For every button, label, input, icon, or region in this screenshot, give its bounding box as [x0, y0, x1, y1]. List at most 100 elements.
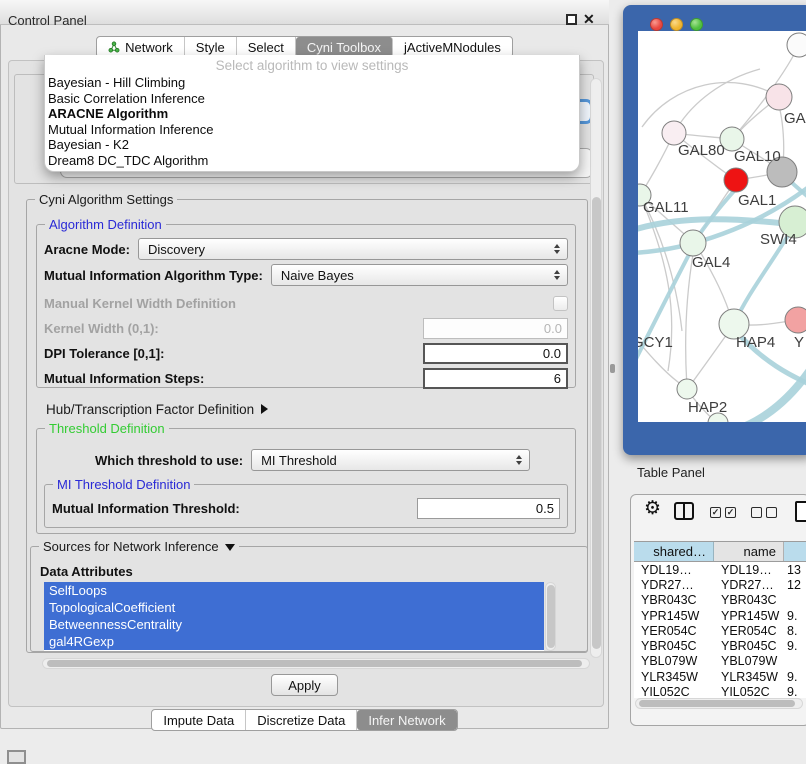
network-edge-thick[interactable]	[726, 361, 806, 422]
close-icon[interactable]: ✕	[583, 11, 595, 28]
table-header: shared…name	[634, 541, 806, 562]
table-row[interactable]: YIL052CYIL052C9.	[634, 684, 806, 698]
settings-horizontal-scrollbar-thumb[interactable]	[47, 660, 582, 667]
network-node[interactable]	[787, 33, 806, 57]
manual-kernel-checkbox[interactable]	[553, 296, 568, 311]
data-attributes-list[interactable]: SelfLoopsTopologicalCoefficientBetweenne…	[44, 582, 544, 651]
column-header-name[interactable]: name	[714, 542, 784, 561]
threshold-definition-title: Threshold Definition	[45, 421, 169, 436]
attribute-item-selfloops[interactable]: SelfLoops	[44, 582, 544, 599]
node-label: GAL10	[734, 148, 781, 165]
table-cell: YDR27…	[634, 578, 714, 592]
table-cell: YDL19…	[634, 563, 714, 577]
network-node[interactable]	[724, 168, 748, 192]
hub-definition-label: Hub/Transcription Factor Definition	[46, 402, 254, 417]
select-all-columns-icon[interactable]: ✓✓	[710, 507, 736, 518]
attribute-item-betweennesscentrality[interactable]: BetweennessCentrality	[44, 616, 544, 633]
deselect-all-columns-icon[interactable]	[751, 507, 777, 518]
tab-select[interactable]: Select	[237, 37, 296, 57]
table-horizontal-scrollbar[interactable]	[635, 698, 803, 709]
algorithm-option-mutual-information-inference[interactable]: Mutual Information Inference	[45, 122, 579, 138]
table-row[interactable]: YBL079WYBL079W	[634, 654, 806, 669]
dpi-tolerance-label: DPI Tolerance [0,1]:	[44, 346, 164, 361]
network-node[interactable]	[680, 230, 706, 256]
sources-title[interactable]: Sources for Network Inference	[39, 539, 239, 554]
close-window-button[interactable]	[650, 18, 663, 31]
column-header-2[interactable]	[784, 542, 806, 561]
zoom-window-button[interactable]	[690, 18, 703, 31]
table-row[interactable]: YLR345WYLR345W9.	[634, 669, 806, 684]
table-scrollbar-thumb[interactable]	[639, 700, 795, 707]
table-row[interactable]: YDL19…YDL19…13	[634, 562, 806, 577]
tab-style[interactable]: Style	[185, 37, 237, 57]
node-label: GAL11	[643, 199, 689, 216]
algorithm-definition-title: Algorithm Definition	[45, 217, 166, 232]
algorithm-option-bayesian-k2[interactable]: Bayesian - K2	[45, 137, 579, 153]
settings-vertical-scrollbar-thumb[interactable]	[592, 197, 601, 649]
tab-cyni-toolbox-label: Cyni Toolbox	[307, 40, 381, 55]
dpi-tolerance-field[interactable]: 0.0	[423, 343, 568, 364]
tab-cyni-toolbox[interactable]: Cyni Toolbox	[296, 37, 393, 57]
which-threshold-combo[interactable]: MI Threshold	[251, 449, 530, 471]
hub-definition-section[interactable]: Hub/Transcription Factor Definition	[46, 398, 446, 420]
minimize-window-button[interactable]	[670, 18, 683, 31]
dpi-tolerance-value: 0.0	[543, 346, 561, 361]
table-row[interactable]: YDR27…YDR27…12	[634, 577, 806, 592]
attributes-vertical-scrollbar[interactable]	[545, 582, 556, 651]
which-threshold-row: Which threshold to use: MI Threshold	[95, 449, 530, 471]
manual-kernel-label: Manual Kernel Width Definition	[44, 296, 236, 311]
network-node[interactable]	[766, 84, 792, 110]
node-label: GAL80	[678, 142, 725, 159]
network-canvas[interactable]: GAL8GAL80GAL10GAL1GAL11SWI4GAL4GCY1HAP4Y…	[638, 31, 806, 422]
tab-infer-network[interactable]: Infer Network	[357, 710, 456, 730]
algorithm-option-aracne-algorithm[interactable]: ARACNE Algorithm	[45, 106, 579, 122]
export-table-icon[interactable]	[795, 501, 806, 522]
tab-impute-data[interactable]: Impute Data	[152, 710, 246, 730]
table-cell: YER054C	[714, 624, 784, 638]
network-graph[interactable]: GAL8GAL80GAL10GAL1GAL11SWI4GAL4GCY1HAP4Y…	[638, 31, 806, 422]
expand-arrow-icon	[261, 404, 268, 414]
column-split-icon[interactable]	[674, 502, 694, 520]
mi-steps-field[interactable]: 6	[423, 368, 568, 389]
table-cell: YPR145W	[634, 609, 714, 623]
tab-infer-network-label: Infer Network	[368, 713, 445, 728]
aracne-mode-combo[interactable]: Discovery	[138, 238, 568, 260]
panel-divider-handle[interactable]	[610, 364, 615, 373]
table-row[interactable]: YER054CYER054C8.	[634, 623, 806, 638]
settings-vertical-scrollbar[interactable]	[590, 78, 602, 658]
algorithm-option-bayesian-hill-climbing[interactable]: Bayesian - Hill Climbing	[45, 75, 579, 91]
algorithm-option-basic-correlation-inference[interactable]: Basic Correlation Inference	[45, 91, 579, 107]
attributes-scrollbar-thumb[interactable]	[547, 585, 555, 648]
mi-type-combo[interactable]: Naive Bayes	[271, 264, 568, 286]
node-label: HAP2	[688, 399, 727, 416]
tab-network[interactable]: Network	[97, 37, 185, 57]
checked-box-icon: ✓	[725, 507, 736, 518]
attribute-item-gal4rgexp[interactable]: gal4RGexp	[44, 633, 544, 650]
tab-style-label: Style	[196, 40, 225, 55]
control-panel-titlebar[interactable]	[0, 0, 609, 25]
kernel-width-field[interactable]: 0.0	[423, 318, 568, 339]
mi-type-row: Mutual Information Algorithm Type: Naive…	[44, 264, 568, 286]
tab-jactivemnodules[interactable]: jActiveMNodules	[393, 37, 512, 57]
mi-threshold-field[interactable]: 0.5	[417, 498, 560, 519]
table-cell: 8.	[784, 624, 806, 638]
table-row[interactable]: YBR043CYBR043C	[634, 593, 806, 608]
table-cell: YBR043C	[634, 593, 714, 607]
tab-discretize-data[interactable]: Discretize Data	[246, 710, 357, 730]
apply-button[interactable]: Apply	[271, 674, 338, 696]
table-row[interactable]: YPR145WYPR145W9.	[634, 608, 806, 623]
attribute-item-topologicalcoefficient[interactable]: TopologicalCoefficient	[44, 599, 544, 616]
node-label: HAP4	[736, 334, 775, 351]
float-window-icon[interactable]	[566, 14, 577, 25]
network-edge[interactable]	[642, 83, 779, 127]
table-row[interactable]: YBR045CYBR045C9.	[634, 638, 806, 653]
control-panel-title: Control Panel	[8, 13, 87, 28]
which-threshold-label: Which threshold to use:	[95, 453, 243, 468]
gear-icon[interactable]: ⚙	[644, 499, 661, 518]
algorithm-option-dream8-dc-tdc-algorithm[interactable]: Dream8 DC_TDC Algorithm	[45, 153, 579, 169]
settings-horizontal-scrollbar[interactable]	[42, 658, 590, 669]
network-node[interactable]	[785, 307, 806, 333]
network-node[interactable]	[677, 379, 697, 399]
tab-select-label: Select	[248, 40, 284, 55]
column-header-shared[interactable]: shared…	[634, 542, 714, 561]
